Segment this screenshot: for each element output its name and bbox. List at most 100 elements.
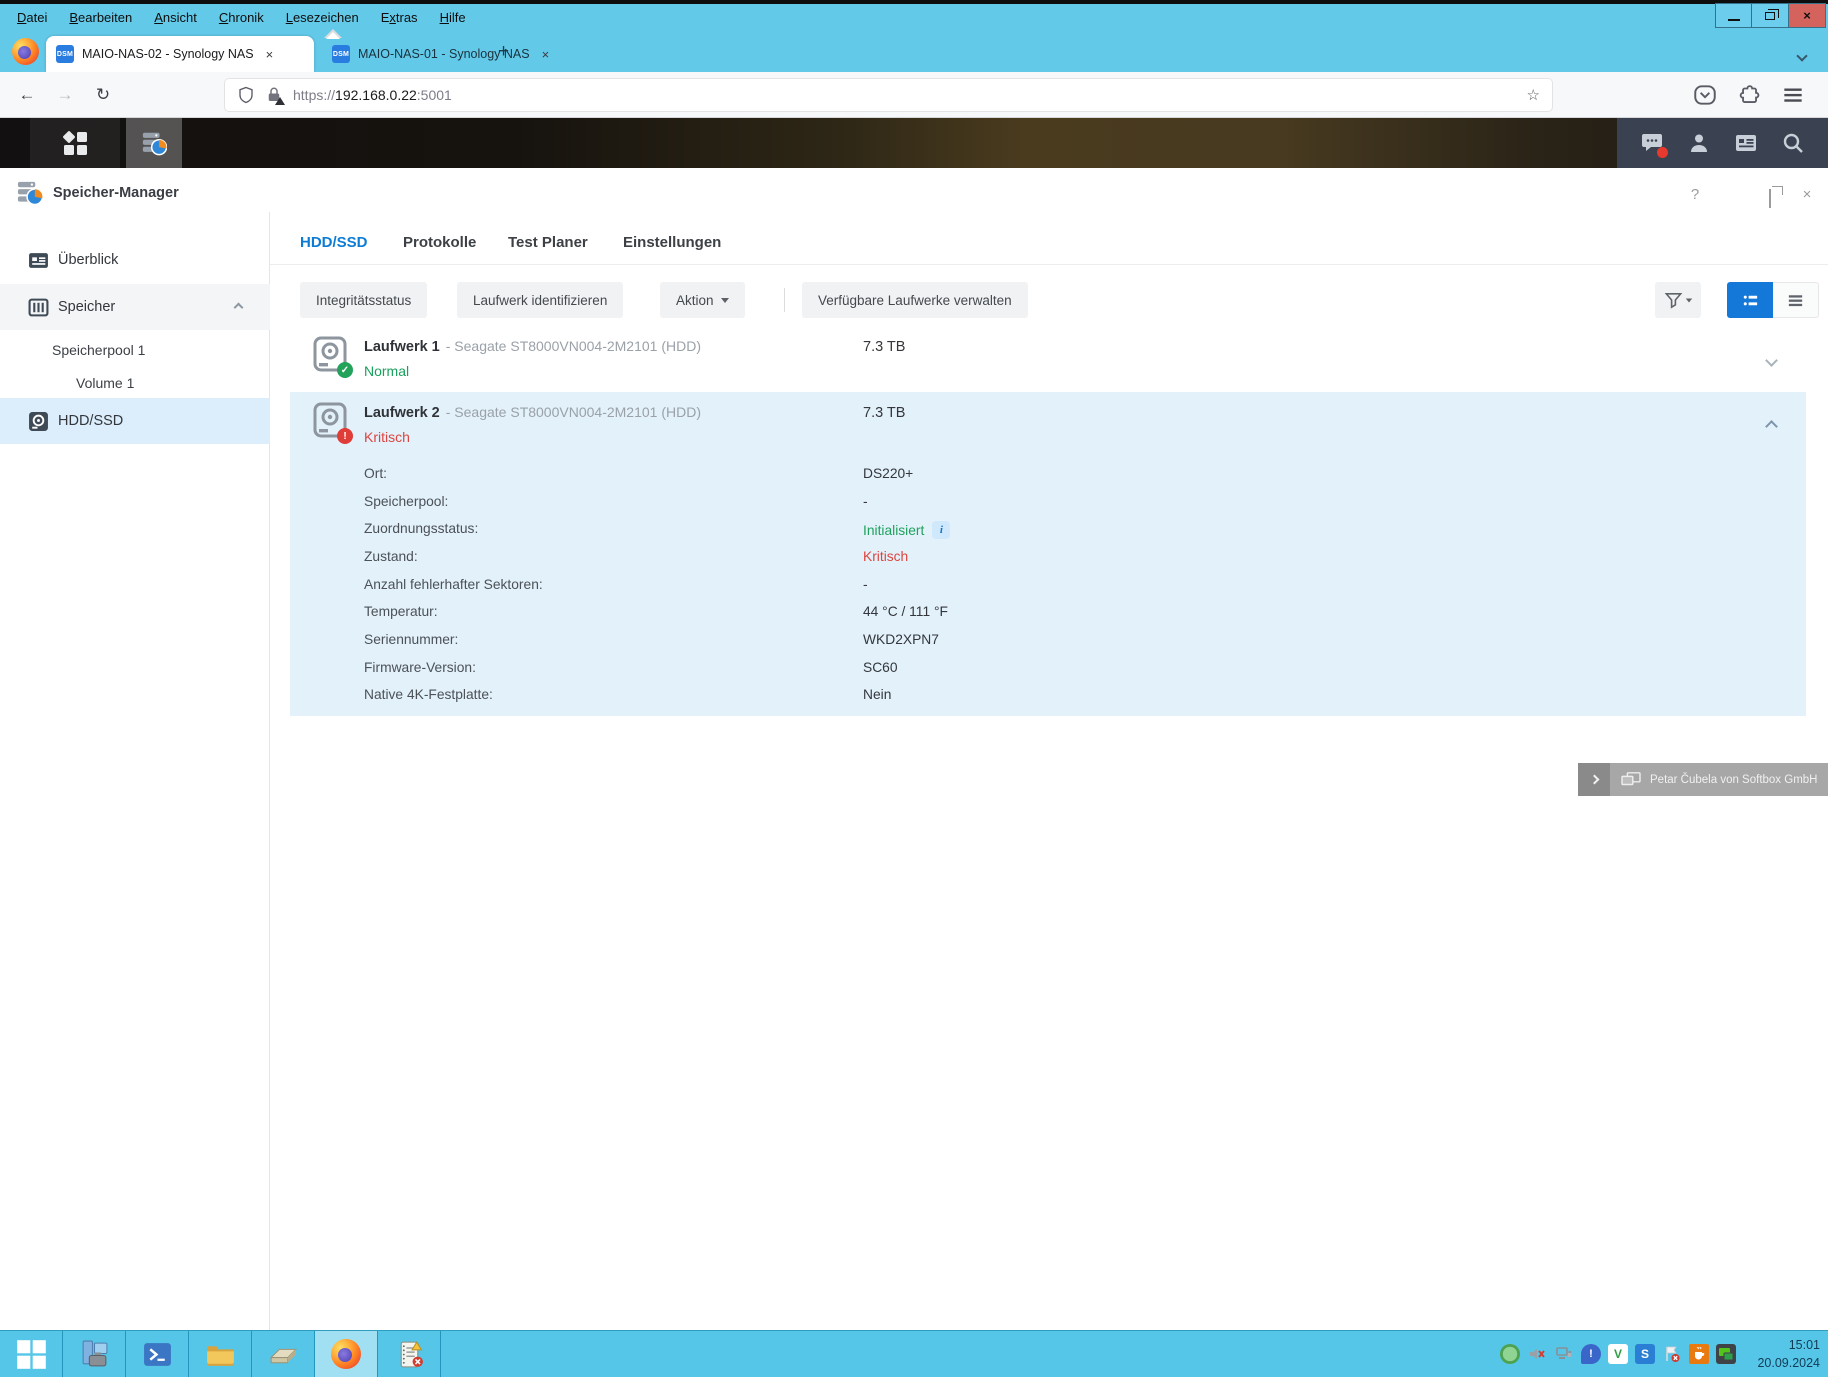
- taskbar-clock[interactable]: 15:01 20.09.2024: [1757, 1336, 1820, 1372]
- dsm-main-menu-button[interactable]: [30, 118, 120, 168]
- detail-value: 44 °C / 111 °F: [863, 604, 948, 619]
- app-close-button[interactable]: ×: [1794, 186, 1820, 203]
- tray-synology-assistant-icon[interactable]: S: [1635, 1344, 1655, 1364]
- taskbar-computer-management-button[interactable]: [63, 1331, 126, 1377]
- start-button[interactable]: [0, 1331, 63, 1377]
- tray-java-update-icon[interactable]: [1689, 1344, 1709, 1364]
- collapse-chevron-icon[interactable]: [235, 298, 242, 316]
- tab-hdd-ssd[interactable]: HDD/SSD: [300, 234, 368, 251]
- forward-button[interactable]: →: [50, 80, 80, 110]
- extensions-puzzle-icon[interactable]: [1736, 82, 1762, 108]
- tray-agent-icon[interactable]: [1500, 1344, 1520, 1364]
- taskbar-file-explorer-button[interactable]: [189, 1331, 252, 1377]
- status-ok-badge-icon: ✓: [337, 362, 353, 378]
- sidebar-item-speicherpool-1[interactable]: Speicherpool 1: [0, 332, 270, 368]
- taskbar-firefox-button[interactable]: [315, 1331, 378, 1377]
- view-list-detail-button[interactable]: [1727, 282, 1773, 318]
- tab-close-icon[interactable]: ×: [542, 47, 550, 62]
- firefox-icon[interactable]: [12, 38, 39, 65]
- browser-tabbar: DSM MAIO-NAS-02 - Synology NAS × DSM MAI…: [0, 31, 1828, 72]
- sidebar-item-volume-1[interactable]: Volume 1: [0, 366, 270, 400]
- pocket-icon[interactable]: [1692, 82, 1718, 108]
- detail-label: Zuordnungsstatus:: [364, 521, 478, 536]
- overlay-expand-button[interactable]: [1578, 763, 1610, 796]
- url-bar[interactable]: https://192.168.0.22:5001 ☆: [225, 79, 1552, 111]
- file-explorer-icon: [205, 1339, 236, 1370]
- detail-value: -: [863, 494, 868, 509]
- taskbar-powershell-button[interactable]: [126, 1331, 189, 1377]
- lock-icon[interactable]: [265, 86, 283, 104]
- menu-extras[interactable]: Extras: [372, 7, 427, 28]
- tab-einstellungen[interactable]: Einstellungen: [623, 234, 721, 251]
- widgets-icon[interactable]: [1734, 131, 1758, 155]
- sidebar-label: Speicher: [58, 299, 115, 315]
- action-dropdown-button[interactable]: Aktion: [660, 282, 745, 318]
- caret-down-icon: [1685, 298, 1691, 302]
- sidebar-item-speicher[interactable]: Speicher: [0, 284, 270, 330]
- taskbar-scanner-button[interactable]: [252, 1331, 315, 1377]
- sidebar-item-ueberblick[interactable]: Überblick: [0, 238, 270, 282]
- manage-available-drives-button[interactable]: Verfügbare Laufwerke verwalten: [802, 282, 1028, 318]
- collapse-chevron-icon[interactable]: [1767, 418, 1776, 436]
- app-help-button[interactable]: ?: [1682, 186, 1708, 203]
- button-label: Integritätsstatus: [316, 293, 411, 308]
- drive-size: 7.3 TB: [863, 405, 905, 421]
- new-tab-button[interactable]: +: [492, 41, 515, 63]
- funnel-icon: [1664, 291, 1683, 310]
- search-icon[interactable]: [1781, 131, 1805, 155]
- active-tab-caret-fill: [326, 32, 340, 39]
- dsm-storage-manager-task-button[interactable]: [126, 118, 182, 168]
- menu-datei[interactable]: Datei: [8, 7, 56, 28]
- detail-row-native-4k: Native 4K-Festplatte: Nein: [290, 681, 1806, 709]
- tray-network-icon[interactable]: [1554, 1344, 1574, 1364]
- browser-restore-button[interactable]: [1752, 3, 1789, 28]
- detail-label: Speicherpool:: [364, 494, 448, 509]
- menu-lesezeichen[interactable]: Lesezeichen: [277, 7, 368, 28]
- detail-row-seriennummer: Seriennummer: WKD2XPN7: [290, 626, 1806, 654]
- tray-support-balloon-icon[interactable]: !: [1581, 1344, 1601, 1364]
- sidebar-label: HDD/SSD: [58, 413, 123, 429]
- view-compact-list-button[interactable]: [1773, 282, 1819, 318]
- reload-button[interactable]: ↻: [88, 80, 118, 110]
- menu-bearbeiten[interactable]: Bearbeiten: [60, 7, 141, 28]
- menu-ansicht[interactable]: Ansicht: [145, 7, 206, 28]
- tab-close-icon[interactable]: ×: [266, 47, 274, 62]
- bookmark-star-icon[interactable]: ☆: [1527, 86, 1540, 104]
- button-label: Verfügbare Laufwerke verwalten: [818, 293, 1012, 308]
- integrity-status-button[interactable]: Integritätsstatus: [300, 282, 427, 318]
- drive-row-laufwerk-2[interactable]: ! Laufwerk 2- Seagate ST8000VN004-2M2101…: [290, 392, 1806, 716]
- identify-drive-button[interactable]: Laufwerk identifizieren: [457, 282, 623, 318]
- taskbar-event-log-button[interactable]: [378, 1331, 441, 1377]
- menu-hilfe[interactable]: Hilfe: [431, 7, 475, 28]
- tab-maio-nas-02[interactable]: DSM MAIO-NAS-02 - Synology NAS ×: [46, 36, 314, 72]
- notifications-chat-icon[interactable]: [1640, 131, 1664, 155]
- user-account-icon[interactable]: [1687, 131, 1711, 155]
- tray-volume-muted-icon[interactable]: [1527, 1344, 1547, 1364]
- taskbar: ! V S 15:01 20.09.2024: [0, 1330, 1828, 1377]
- browser-close-button[interactable]: ×: [1789, 3, 1826, 28]
- app-restore-button[interactable]: [1757, 190, 1783, 207]
- tab-test-planer[interactable]: Test Planer: [508, 234, 588, 251]
- tab-protokolle[interactable]: Protokolle: [403, 234, 476, 251]
- tray-teamviewer-icon[interactable]: [1716, 1344, 1736, 1364]
- tab-maio-nas-01[interactable]: DSM MAIO-NAS-01 - Synology NAS ×: [322, 36, 562, 72]
- storage-manager-icon: [141, 130, 167, 156]
- tab-title: MAIO-NAS-02 - Synology NAS: [82, 47, 254, 61]
- filter-button[interactable]: [1655, 282, 1701, 318]
- expand-chevron-icon[interactable]: [1767, 352, 1776, 370]
- tracking-protection-shield-icon[interactable]: [237, 86, 255, 104]
- screen: Datei Bearbeiten Ansicht Chronik Lesezei…: [0, 0, 1828, 1377]
- app-menu-hamburger-icon[interactable]: [1780, 82, 1806, 108]
- detail-label: Seriennummer:: [364, 632, 458, 647]
- storage-columns-icon: [28, 297, 49, 318]
- detail-label: Native 4K-Festplatte:: [364, 687, 493, 702]
- browser-minimize-button[interactable]: [1715, 3, 1752, 28]
- tray-antivirus-icon[interactable]: V: [1608, 1344, 1628, 1364]
- tray-flag-error-icon[interactable]: [1662, 1344, 1682, 1364]
- info-icon[interactable]: i: [932, 521, 950, 539]
- list-all-tabs-button[interactable]: [1798, 47, 1806, 65]
- drive-row-laufwerk-1[interactable]: ✓ Laufwerk 1- Seagate ST8000VN004-2M2101…: [290, 330, 1806, 392]
- back-button[interactable]: ←: [12, 80, 42, 110]
- sidebar-item-hdd-ssd[interactable]: HDD/SSD: [0, 398, 270, 444]
- menu-chronik[interactable]: Chronik: [210, 7, 273, 28]
